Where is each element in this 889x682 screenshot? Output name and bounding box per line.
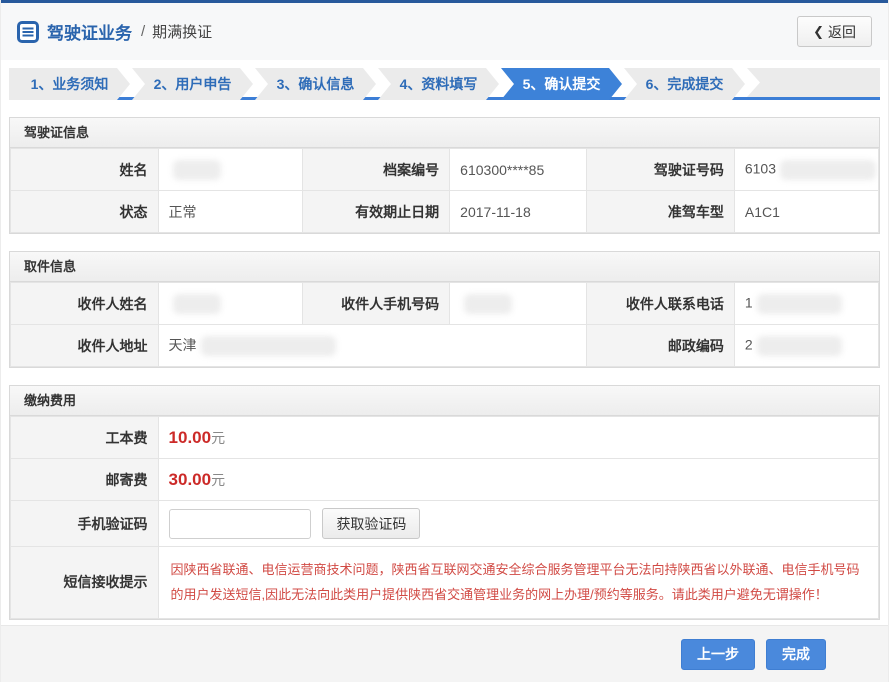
list-form-icon xyxy=(17,21,39,43)
chevron-left-icon: ❮ xyxy=(813,24,824,40)
name-label: 姓名 xyxy=(11,149,159,191)
wizard-step-6[interactable]: 6、完成提交 xyxy=(624,68,745,100)
sms-note-text: 因陕西省联通、电信运营商技术问题，陕西省互联网交通安全综合服务管理平台无法向持陕… xyxy=(171,557,866,608)
recipient-phone-value: 1 xyxy=(734,283,878,325)
recipient-address-label: 收件人地址 xyxy=(11,325,159,367)
get-sms-code-button[interactable]: 获取验证码 xyxy=(322,508,420,539)
license-info-section: 驾驶证信息 姓名 档案编号 610300****85 驾驶证号码 6103 状态… xyxy=(9,117,880,234)
license-no-value: 6103 xyxy=(734,149,878,191)
fee-section: 缴纳费用 工本费 10.00元 邮寄费 30.00元 手机验证码 获取验证码 短… xyxy=(9,385,880,620)
table-row: 短信接收提示 因陕西省联通、电信运营商技术问题，陕西省互联网交通安全综合服务管理… xyxy=(11,547,879,619)
redaction-blur xyxy=(757,336,842,356)
wizard-step-5-active[interactable]: 5、确认提交 xyxy=(501,68,622,100)
fee-section-title: 缴纳费用 xyxy=(10,386,879,416)
wizard-step-3[interactable]: 3、确认信息 xyxy=(255,68,376,100)
pickup-section-title: 取件信息 xyxy=(10,252,879,282)
sms-note-label: 短信接收提示 xyxy=(11,547,159,619)
expiry-label: 有效期止日期 xyxy=(302,191,450,233)
redaction-blur xyxy=(201,336,336,356)
recipient-name-label: 收件人姓名 xyxy=(11,283,159,325)
license-no-label: 驾驶证号码 xyxy=(587,149,735,191)
fee-table: 工本费 10.00元 邮寄费 30.00元 手机验证码 获取验证码 短信接收提示… xyxy=(10,416,879,619)
recipient-phone-label: 收件人联系电话 xyxy=(587,283,735,325)
expiry-value: 2017-11-18 xyxy=(450,191,587,233)
work-fee-unit: 元 xyxy=(211,430,225,446)
wizard-step-2[interactable]: 2、用户申告 xyxy=(132,68,253,100)
file-no-value: 610300****85 xyxy=(450,149,587,191)
work-fee-amount: 10.00 xyxy=(169,428,212,447)
finish-button[interactable]: 完成 xyxy=(766,639,826,670)
recipient-address-value: 天津 xyxy=(158,325,587,367)
status-value: 正常 xyxy=(158,191,302,233)
table-row: 收件人姓名 收件人手机号码 收件人联系电话 1 xyxy=(11,283,879,325)
license-info-table: 姓名 档案编号 610300****85 驾驶证号码 6103 状态 正常 有效… xyxy=(10,148,879,233)
back-button-label: 返回 xyxy=(828,22,856,42)
pickup-info-section: 取件信息 收件人姓名 收件人手机号码 收件人联系电话 1 收件人地址 天津 邮政… xyxy=(9,251,880,368)
back-button[interactable]: ❮ 返回 xyxy=(797,16,872,47)
redaction-blur xyxy=(173,294,221,314)
table-row: 收件人地址 天津 邮政编码 2 xyxy=(11,325,879,367)
step-wizard: 1、业务须知 2、用户申告 3、确认信息 4、资料填写 5、确认提交 6、完成提… xyxy=(9,68,880,100)
table-row: 工本费 10.00元 xyxy=(11,417,879,459)
file-no-label: 档案编号 xyxy=(302,149,450,191)
recipient-mobile-label: 收件人手机号码 xyxy=(302,283,450,325)
page-header: 驾驶证业务 / 期满换证 ❮ 返回 xyxy=(1,3,888,60)
mail-fee-label: 邮寄费 xyxy=(11,459,159,501)
sms-code-input[interactable] xyxy=(169,509,311,539)
recipient-mobile-value xyxy=(450,283,587,325)
table-row: 姓名 档案编号 610300****85 驾驶证号码 6103 xyxy=(11,149,879,191)
work-fee-label: 工本费 xyxy=(11,417,159,459)
vehicle-class-label: 准驾车型 xyxy=(587,191,735,233)
redaction-blur xyxy=(464,294,512,314)
sms-note-cell: 因陕西省联通、电信运营商技术问题，陕西省互联网交通安全综合服务管理平台无法向持陕… xyxy=(158,547,878,619)
page-title: 驾驶证业务 xyxy=(47,19,132,44)
breadcrumb-current: 期满换证 xyxy=(152,21,212,42)
breadcrumb-separator: / xyxy=(141,23,145,40)
status-label: 状态 xyxy=(11,191,159,233)
previous-step-button[interactable]: 上一步 xyxy=(681,639,755,670)
footer-action-bar: 上一步 完成 xyxy=(1,625,888,682)
vehicle-class-value: A1C1 xyxy=(734,191,878,233)
redaction-blur xyxy=(780,160,876,180)
postal-code-value: 2 xyxy=(734,325,878,367)
mail-fee-value: 30.00元 xyxy=(158,459,878,501)
mail-fee-unit: 元 xyxy=(211,472,225,488)
recipient-name-value xyxy=(158,283,302,325)
table-row: 手机验证码 获取验证码 xyxy=(11,501,879,547)
mail-fee-amount: 30.00 xyxy=(169,470,212,489)
table-row: 邮寄费 30.00元 xyxy=(11,459,879,501)
pickup-info-table: 收件人姓名 收件人手机号码 收件人联系电话 1 收件人地址 天津 邮政编码 2 xyxy=(10,282,879,367)
work-fee-value: 10.00元 xyxy=(158,417,878,459)
sms-code-label: 手机验证码 xyxy=(11,501,159,547)
name-value xyxy=(158,149,302,191)
redaction-blur xyxy=(757,294,842,314)
table-row: 状态 正常 有效期止日期 2017-11-18 准驾车型 A1C1 xyxy=(11,191,879,233)
redaction-blur xyxy=(173,160,221,180)
sms-code-cell: 获取验证码 xyxy=(158,501,878,547)
wizard-step-4[interactable]: 4、资料填写 xyxy=(378,68,499,100)
wizard-step-1[interactable]: 1、业务须知 xyxy=(9,68,130,100)
license-section-title: 驾驶证信息 xyxy=(10,118,879,148)
postal-code-label: 邮政编码 xyxy=(587,325,735,367)
wizard-tail xyxy=(747,68,880,97)
